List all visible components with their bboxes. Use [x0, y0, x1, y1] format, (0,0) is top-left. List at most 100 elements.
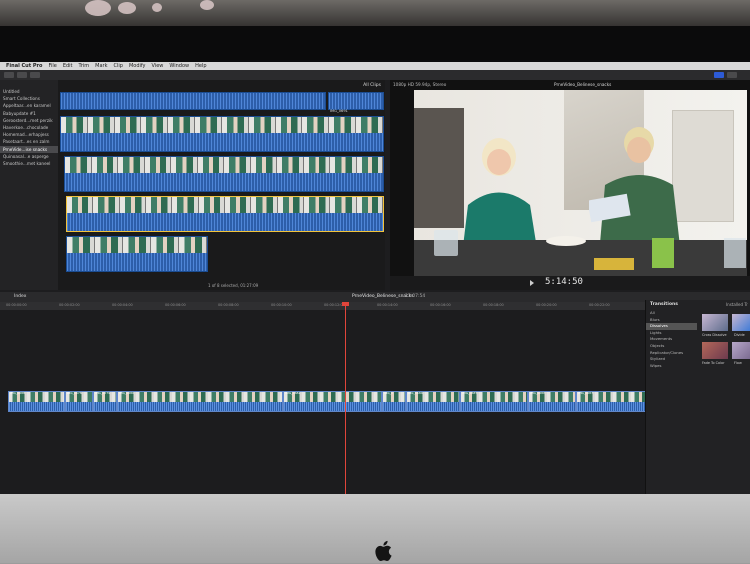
timeline-area[interactable]: IMG_0688 IMG_0678 IMG_0679 IMG_0680 IMG_0682… [0, 310, 646, 494]
timeline-clip-name: IMG_0680 [119, 391, 134, 395]
menu-item-modify[interactable]: Modify [129, 63, 146, 69]
layout-button-active[interactable] [714, 72, 724, 78]
menu-item-mark[interactable]: Mark [95, 63, 107, 69]
menu-item-clip[interactable]: Clip [114, 63, 123, 69]
timeline-clip[interactable]: IMG_0687 [576, 391, 646, 412]
clip-filmstrip[interactable] [60, 92, 326, 110]
library-event-item[interactable]: Pasetaart...es en zalm [0, 138, 58, 145]
timeline-clip-thumbnails [118, 392, 283, 402]
library-event-item[interactable]: Smart Collections [0, 95, 58, 102]
menu-item-trim[interactable]: Trim [79, 63, 90, 69]
transition-category[interactable]: Movements [646, 336, 697, 343]
timeline-clip-waveform [577, 402, 645, 411]
clip-filmstrip[interactable] [60, 116, 384, 152]
installed-transitions-label: Installed Tr [726, 302, 748, 307]
library-event-item[interactable]: Untitled [0, 88, 58, 95]
flower-decoration [85, 0, 111, 16]
timeline-clip-name: IMG_0688 [10, 391, 25, 395]
menu-item-help[interactable]: Help [195, 63, 206, 69]
timeline-clip-name: IMG_0685 [462, 391, 478, 395]
all-clips-filter[interactable]: All Clips [363, 83, 381, 88]
timeline-clip-waveform [529, 402, 576, 411]
transition-category[interactable]: Stylized [646, 356, 697, 363]
timeline-clip[interactable]: IMG_0 [381, 391, 406, 412]
transition-label: Flow [734, 361, 742, 365]
ruler-tick-label: 00:00:22:00 [589, 303, 610, 307]
primary-storyline[interactable]: IMG_0688 IMG_0678 IMG_0679 IMG_0680 IMG_0682… [8, 391, 646, 412]
menu-item-window[interactable]: Window [169, 63, 189, 69]
timeline-clip[interactable]: IMG_0679 [93, 391, 117, 412]
library-event-item[interactable]: Geroosterd...met perzik [0, 117, 58, 124]
transition-category[interactable]: Dissolves [646, 323, 697, 330]
timeline-index-button[interactable]: Index [14, 294, 26, 299]
clip-browser: All Clips IMG_0691 1 of 8 selected, 01:2… [58, 80, 385, 290]
import-button[interactable] [4, 72, 14, 78]
ruler-tick-label: 00:00:04:00 [112, 303, 133, 307]
video-frame[interactable] [414, 90, 747, 276]
library-event-item[interactable]: Appeltaar...en karamel [0, 102, 58, 109]
timeline-clip-waveform [461, 402, 528, 411]
background-tasks-button[interactable] [30, 72, 40, 78]
menu-item-view[interactable]: View [152, 63, 164, 69]
library-event-item[interactable]: Homemad...erhapjess [0, 131, 58, 138]
timeline-clip[interactable]: IMG_0688 [8, 391, 65, 412]
menu-app-name[interactable]: Final Cut Pro [6, 63, 42, 69]
timeline-clip[interactable]: IMG_0686 [528, 391, 577, 412]
clip-filmstrip[interactable] [64, 156, 384, 192]
ruler-tick-label: 00:00:06:00 [165, 303, 186, 307]
clip-filmstrip[interactable] [66, 236, 208, 272]
timeline-clip-waveform [118, 402, 283, 411]
timeline-clip-waveform [382, 402, 405, 411]
library-header [0, 80, 58, 88]
flower-decoration [118, 2, 136, 14]
transition-category[interactable]: Lights [646, 330, 697, 337]
transition-category[interactable]: Objects [646, 343, 697, 350]
library-event-item[interactable]: Babyupdate #1 [0, 110, 58, 117]
transition-thumb-divide[interactable] [732, 314, 750, 331]
timeline-clip[interactable]: IMG_0685 [460, 391, 529, 412]
ruler-tick-label: 00:00:00:00 [6, 303, 27, 307]
transition-category[interactable]: Blurs [646, 317, 697, 324]
clip-filmstrip[interactable] [328, 92, 384, 110]
clip-filmstrip-selected[interactable] [66, 196, 384, 232]
ruler-tick-label: 00:00:14:00 [377, 303, 398, 307]
library-event-item[interactable]: Quinoasal...e asperge [0, 153, 58, 160]
video-person-right [589, 127, 681, 255]
timeline-clip[interactable]: IMG_0680 [117, 391, 284, 412]
playhead[interactable] [345, 302, 346, 494]
transition-category[interactable]: Wipes [646, 363, 697, 370]
timeline-clip-name: IMG_0682 [285, 391, 301, 395]
ruler-tick-label: 00:00:18:00 [483, 303, 504, 307]
library-event-item[interactable]: PrneVide...ise snacks [0, 145, 58, 153]
timeline-clip[interactable]: IMG_0684 [405, 391, 461, 412]
timeline-duration: 13:07:54 [405, 294, 426, 299]
transition-thumb-fade-to-color[interactable] [702, 342, 728, 359]
video-glass [434, 230, 458, 256]
timeline-clip-name: IMG_0 [383, 391, 393, 395]
timeline-clip[interactable]: IMG_0678 [64, 391, 94, 412]
timeline-clip-name: IMG_0678 [66, 391, 82, 395]
ruler-tick-label: 00:00:08:00 [218, 303, 239, 307]
menu-item-file[interactable]: File [48, 63, 56, 69]
keyword-button[interactable] [17, 72, 27, 78]
transition-thumb-cross-dissolve[interactable] [702, 314, 728, 331]
viewer-title: PrneVideo_Belinese_snacks [554, 82, 612, 87]
video-snack-box [652, 238, 674, 268]
transition-category[interactable]: Replicator/Clones [646, 350, 697, 357]
library-event-item[interactable]: Haverkoe...chocolade [0, 124, 58, 131]
library-event-item[interactable]: Smoothie...met kaneel [0, 160, 58, 167]
transitions-title: Transitions [650, 302, 678, 307]
transition-label: Cross Dissolve [702, 333, 727, 337]
transition-category[interactable]: All [646, 310, 697, 317]
menu-item-edit[interactable]: Edit [63, 63, 73, 69]
share-button[interactable] [727, 72, 737, 78]
play-icon[interactable] [530, 280, 534, 286]
timeline-clip-waveform [65, 402, 93, 411]
timeline-clip[interactable]: IMG_0682 [283, 391, 382, 412]
timeline-clip-name: IMG_0679 [95, 391, 111, 395]
timeline-clip-name: IMG_0687 [578, 391, 593, 395]
libraries-sidebar: Untitled Smart Collections Appeltaar...en … [0, 80, 59, 290]
flower-decoration [200, 0, 214, 10]
transition-thumb-flow[interactable] [732, 342, 750, 359]
library-list: Untitled Smart Collections Appeltaar...en … [0, 88, 58, 167]
